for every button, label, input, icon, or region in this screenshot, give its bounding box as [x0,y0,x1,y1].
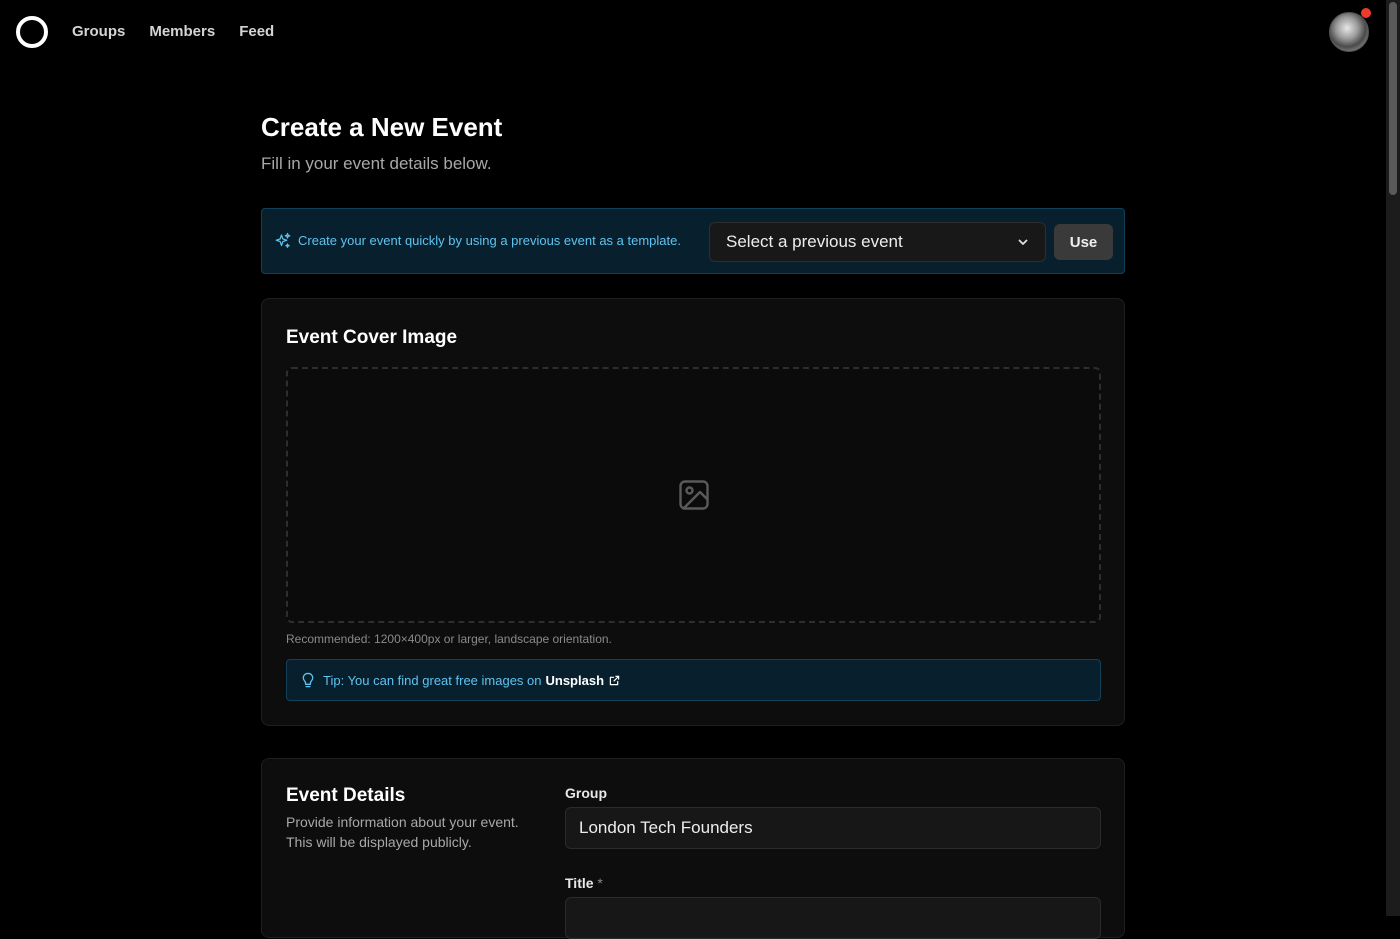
event-details-description: Provide information about your event. Th… [286,814,519,850]
group-label: Group [565,785,607,801]
external-link-icon[interactable] [609,675,620,686]
group-field[interactable] [565,807,1101,849]
title-label-text: Title [565,875,594,891]
lightbulb-icon [302,672,314,688]
logo-icon[interactable] [16,16,48,48]
use-template-button[interactable]: Use [1054,224,1113,260]
sparkles-icon [275,232,291,248]
cover-image-title: Event Cover Image [286,327,458,348]
unsplash-link[interactable]: Unsplash [546,673,605,688]
top-navigation: Groups Members Feed [0,0,1386,64]
template-hint-text: Create your event quickly by using a pre… [298,233,681,248]
nav-link-feed[interactable]: Feed [239,22,274,42]
chevron-down-icon [1018,239,1028,245]
image-dropzone[interactable] [286,367,1101,623]
event-details-title: Event Details [286,785,406,806]
avatar[interactable] [1329,12,1369,52]
tip-prefix: Tip: You can find great free images on [323,673,542,688]
page-title: Create a New Event [261,112,503,142]
previous-event-select[interactable]: Select a previous event [709,222,1046,262]
title-field[interactable] [565,897,1101,939]
scrollbar-thumb[interactable] [1389,2,1397,195]
previous-event-select-value: Select a previous event [726,232,903,251]
scrollbar[interactable] [1386,0,1400,916]
title-label: Title * [565,875,603,891]
image-icon [679,480,709,510]
event-details-card: Event Details Provide information about … [261,758,1125,939]
nav-links: Groups Members Feed [72,22,274,42]
unsplash-tip: Tip: You can find great free images on U… [286,659,1101,701]
nav-link-members[interactable]: Members [149,22,215,42]
cover-image-card: Event Cover Image Recommended: 1200×400p… [261,298,1125,726]
image-recommendation: Recommended: 1200×400px or larger, lands… [286,632,612,646]
required-marker: * [597,875,603,891]
notification-dot [1361,8,1371,18]
tip-text: Tip: You can find great free images on U… [323,673,620,688]
nav-link-groups[interactable]: Groups [72,22,125,42]
page-subtitle: Fill in your event details below. [261,154,492,173]
user-menu[interactable] [1329,8,1371,52]
template-banner: Create your event quickly by using a pre… [261,208,1125,274]
